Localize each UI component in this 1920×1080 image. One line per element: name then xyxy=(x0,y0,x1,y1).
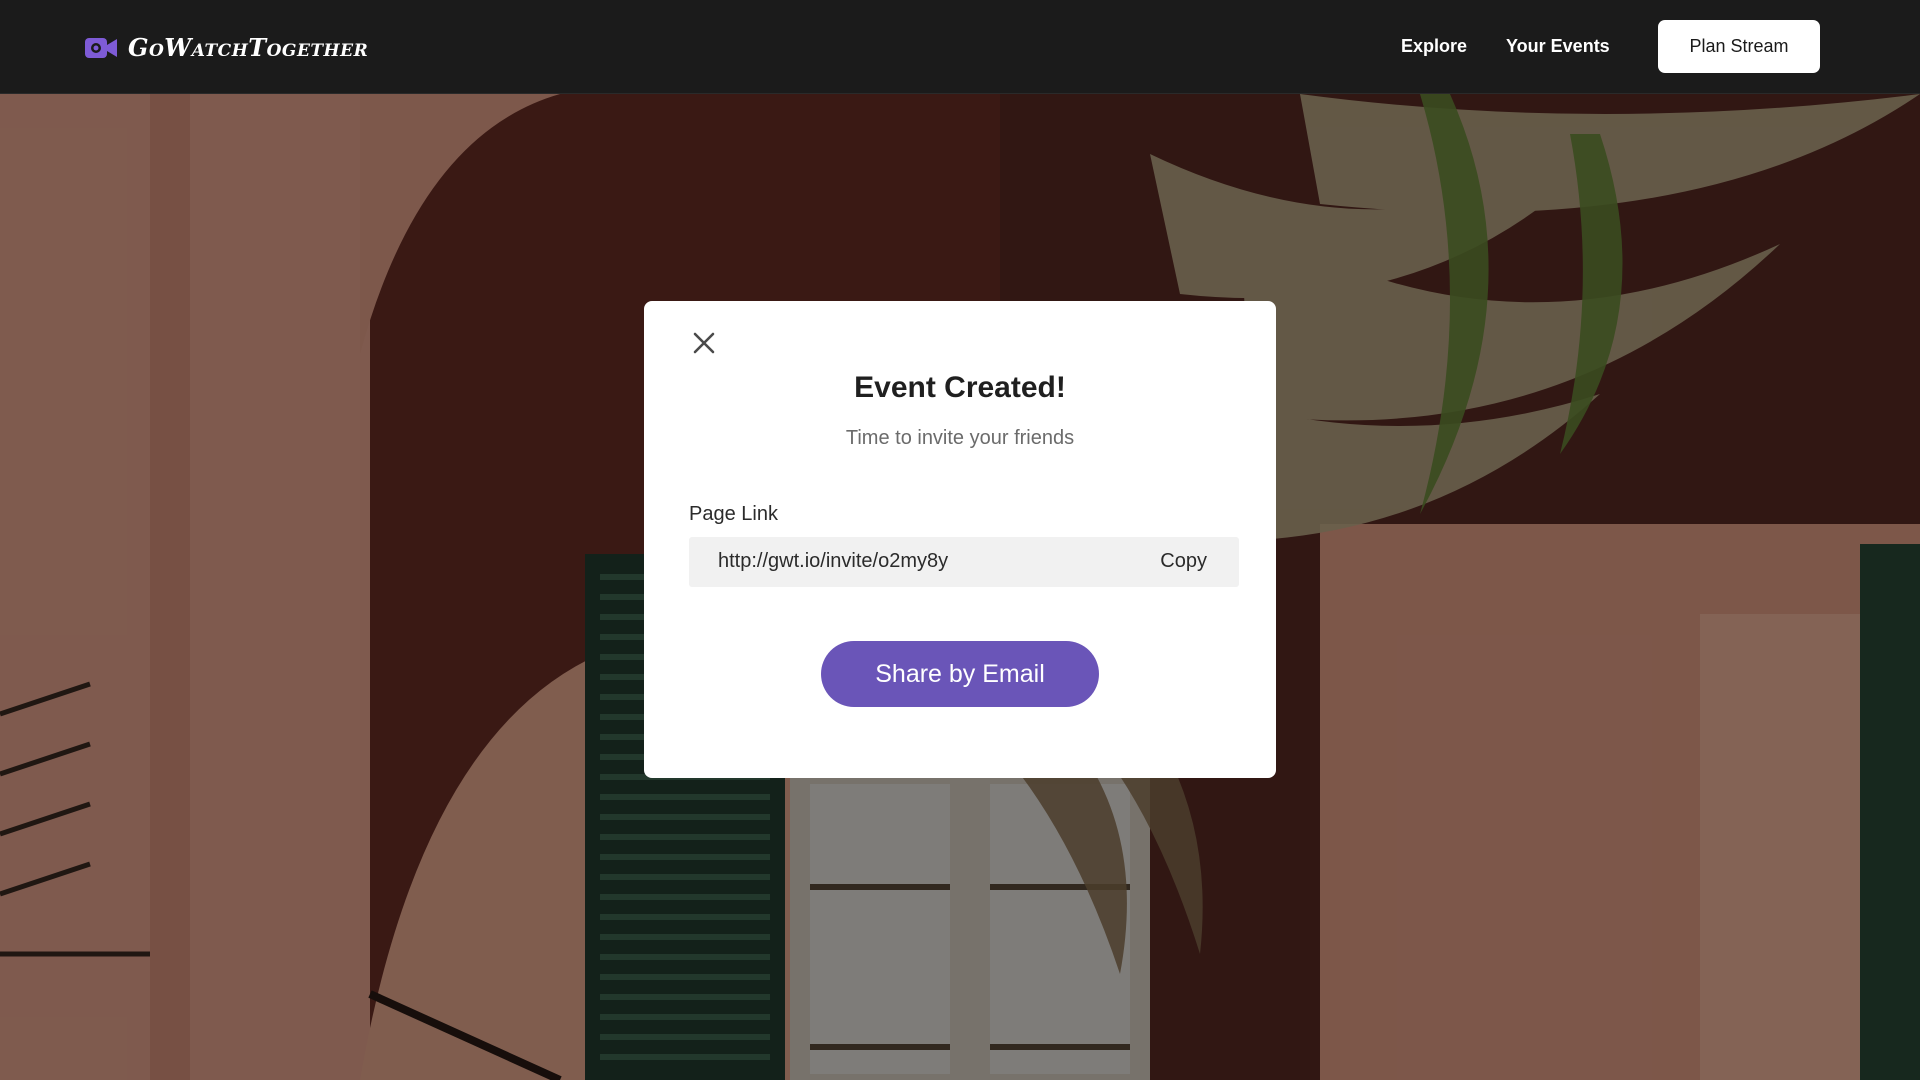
brand-name: GoWatchTogether xyxy=(128,33,369,62)
plan-stream-button[interactable]: Plan Stream xyxy=(1658,20,1820,73)
share-by-email-button[interactable]: Share by Email xyxy=(821,641,1099,707)
nav-your-events-link[interactable]: Your Events xyxy=(1506,36,1610,57)
modal-title: Event Created! xyxy=(854,371,1066,404)
page-link-value[interactable]: http://gwt.io/invite/o2my8y xyxy=(718,550,948,573)
top-nav: GoWatchTogether Explore Your Events Plan… xyxy=(0,0,1920,94)
close-button[interactable] xyxy=(688,327,720,359)
copy-link-button[interactable]: Copy xyxy=(1160,550,1207,573)
page-link-field[interactable]: http://gwt.io/invite/o2my8y Copy xyxy=(689,537,1239,587)
modal-subtitle: Time to invite your friends xyxy=(845,427,1075,449)
nav-explore-link[interactable]: Explore xyxy=(1401,36,1467,57)
brand-logo[interactable]: GoWatchTogether xyxy=(84,33,368,62)
video-camera-icon xyxy=(85,37,117,58)
event-created-modal: Event Created! Time to invite your frien… xyxy=(644,301,1276,778)
close-icon xyxy=(693,332,715,354)
page-link-label: Page Link xyxy=(689,503,778,525)
